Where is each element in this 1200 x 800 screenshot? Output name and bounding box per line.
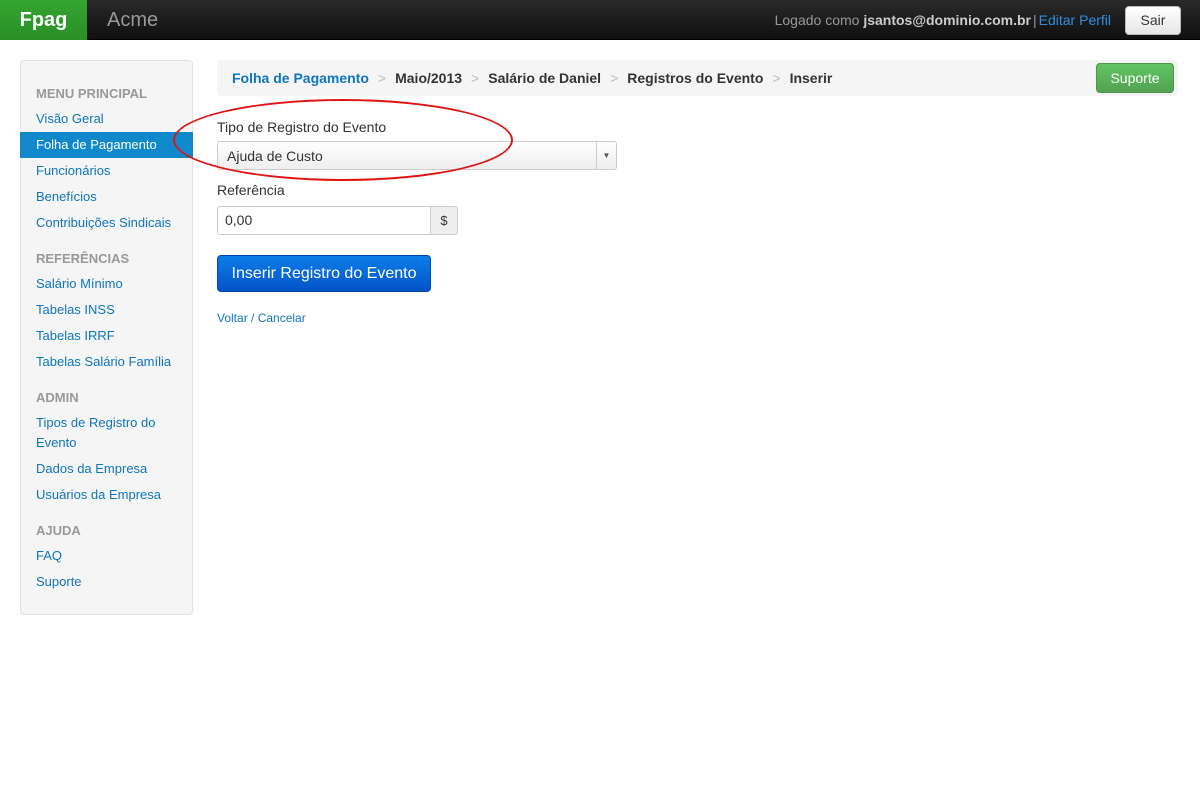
sidebar-header-admin: ADMIN (36, 390, 79, 405)
sidebar-item-salario-minimo[interactable]: Salário Mínimo (36, 274, 123, 294)
sidebar-item-contribuicoes-sindicais[interactable]: Contribuições Sindicais (36, 213, 171, 233)
reference-input[interactable]: 0,00 (217, 206, 431, 235)
reference-label: Referência (217, 182, 285, 198)
support-button[interactable]: Suporte (1096, 63, 1174, 93)
sidebar-header-menu-principal: MENU PRINCIPAL (36, 86, 147, 101)
sidebar-item-tipos-de-registro[interactable]: Tipos de Registro do (36, 413, 155, 433)
breadcrumb-maio-2013[interactable]: Maio/2013 (395, 70, 462, 86)
breadcrumb-registros-evento[interactable]: Registros do Evento (627, 70, 763, 86)
breadcrumb-salario-daniel[interactable]: Salário de Daniel (488, 70, 601, 86)
sidebar: MENU PRINCIPAL Visão Geral Folha de Paga… (20, 60, 193, 615)
breadcrumb-folha-de-pagamento[interactable]: Folha de Pagamento (232, 70, 369, 86)
login-info: Logado como jsantos@dominio.com.br | Edita… (775, 0, 1111, 40)
event-type-label: Tipo de Registro do Evento (217, 119, 387, 135)
brand-logo[interactable]: Fpag (0, 0, 87, 40)
sidebar-item-suporte[interactable]: Suporte (36, 572, 82, 592)
back-cancel-link[interactable]: Voltar / Cancelar (217, 311, 306, 325)
sidebar-item-tabelas-inss[interactable]: Tabelas INSS (36, 300, 115, 320)
breadcrumb-divider: > (377, 70, 387, 86)
event-type-select[interactable]: Ajuda de Custo ▼ (217, 141, 617, 170)
sidebar-item-tabelas-salario-familia[interactable]: Tabelas Salário Família (36, 352, 171, 372)
caret-down-icon[interactable]: ▼ (596, 142, 616, 169)
sidebar-item-funcionarios[interactable]: Funcionários (36, 161, 110, 181)
breadcrumb-divider: > (471, 70, 480, 86)
sidebar-item-folha-de-pagamento[interactable]: Folha de Pagamento (20, 132, 193, 158)
sidebar-header-referencias: REFERÊNCIAS (36, 251, 130, 266)
sidebar-item-tipos-de-registro-cont[interactable]: Evento (36, 433, 76, 453)
company-name: Acme (107, 9, 159, 31)
breadcrumb: Folha de Pagamento > Maio/2013 > Salário de … (217, 60, 1178, 96)
sidebar-item-faq[interactable]: FAQ (36, 546, 62, 566)
logged-user: jsantos@dominio.com.br (863, 12, 1031, 28)
sidebar-item-visao-geral[interactable]: Visão Geral (36, 109, 104, 129)
login-separator: | (1033, 12, 1037, 28)
reference-value: 0,00 (225, 212, 253, 228)
breadcrumb-inserir: Inserir (789, 70, 833, 86)
insert-event-button[interactable]: Inserir Registro do Evento (217, 255, 431, 292)
edit-profile-link[interactable]: Editar Perfil (1039, 12, 1111, 28)
top-navbar: Fpag Acme Logado como jsantos@dominio.co… (0, 0, 1200, 40)
breadcrumb-divider: > (772, 70, 781, 86)
sidebar-header-ajuda: AJUDA (36, 523, 81, 538)
event-type-value: Ajuda de Custo (227, 148, 323, 164)
sidebar-item-beneficios[interactable]: Benefícios (36, 187, 97, 207)
logged-prefix: Logado como (774, 12, 860, 28)
sidebar-item-dados-da-empresa[interactable]: Dados da Empresa (36, 459, 147, 479)
logout-button[interactable]: Sair (1125, 6, 1181, 35)
currency-addon: $ (430, 206, 458, 235)
breadcrumb-divider: > (610, 70, 619, 86)
sidebar-item-tabelas-irrf[interactable]: Tabelas IRRF (36, 326, 115, 346)
sidebar-item-usuarios-da-empresa[interactable]: Usuários da Empresa (36, 485, 161, 505)
